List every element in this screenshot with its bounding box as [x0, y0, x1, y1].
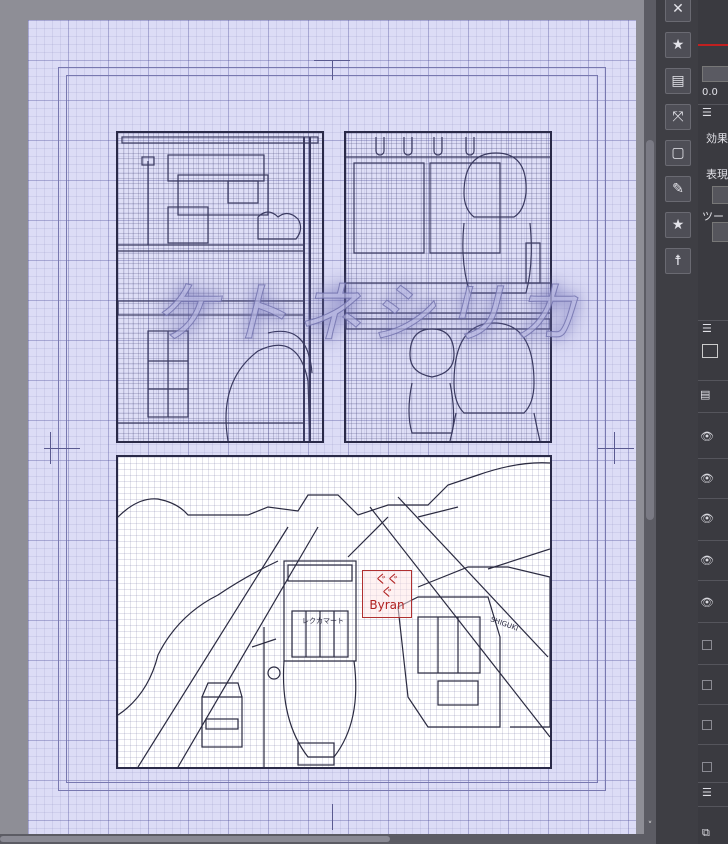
scroll-down-icon[interactable]: ˅ — [644, 820, 656, 832]
transform-icon[interactable]: ⤧ — [665, 104, 691, 130]
layer-blend-icon[interactable] — [702, 344, 718, 358]
figure-icon[interactable]: ☨ — [665, 248, 691, 274]
crop-mark-left-v — [50, 432, 51, 464]
seal-line-3: Byran — [369, 598, 405, 612]
eye-icon[interactable]: 👁 — [700, 554, 714, 567]
horizontal-scroll-thumb[interactable] — [0, 836, 390, 842]
horizontal-scrollbar[interactable] — [0, 834, 644, 844]
page-icon[interactable]: ▢ — [665, 140, 691, 166]
vertical-scrollbar[interactable]: ˅ — [644, 0, 656, 844]
bottom-menu-icon[interactable]: ☰ — [702, 786, 712, 799]
crop-mark-top — [332, 60, 333, 80]
bus-sign: SHIGUKI — [489, 615, 519, 632]
close-icon[interactable]: ✕ — [665, 0, 691, 22]
tool-dropdown[interactable] — [712, 222, 728, 242]
street-scene-drawing: レクカマート SHIGUKI — [118, 462, 550, 767]
canvas-area[interactable]: レクカマート SHIGUKI ケトネシリカ ぐぐ ぐ Byran — [0, 0, 656, 844]
layer-list-icon[interactable]: ▤ — [700, 388, 710, 401]
crop-mark-top-h — [314, 60, 350, 61]
vertical-scroll-thumb[interactable] — [646, 140, 654, 520]
star-folder-icon[interactable]: ★ — [665, 32, 691, 58]
active-tab-indicator — [698, 44, 728, 46]
crop-mark-bottom — [332, 804, 333, 830]
menu-icon[interactable]: ☰ — [702, 106, 712, 119]
tool-column: ✕ ★ ▤ ⤧ ▢ ✎ ★ ☨ — [656, 0, 698, 844]
right-panel: 0.0 ☰ 効果 表現 ツー ☰ ▤ 👁 👁 👁 👁 👁 ☰ ⧉ — [698, 0, 728, 844]
visibility-checkbox[interactable] — [702, 762, 712, 772]
effect-label: 効果 — [706, 132, 728, 145]
layers-icon[interactable]: ▤ — [665, 68, 691, 94]
eye-icon[interactable]: 👁 — [700, 472, 714, 485]
eye-icon[interactable]: 👁 — [700, 596, 714, 609]
visibility-checkbox[interactable] — [702, 680, 712, 690]
signature-seal: ぐぐ ぐ Byran — [362, 570, 412, 618]
visibility-checkbox[interactable] — [702, 640, 712, 650]
title-overlay-text: ケトネシリカ — [152, 275, 584, 353]
slider-control[interactable] — [702, 66, 728, 82]
visibility-checkbox[interactable] — [702, 720, 712, 730]
panel-bottom[interactable]: レクカマート SHIGUKI — [116, 455, 552, 769]
layer-menu-icon[interactable]: ☰ — [702, 322, 712, 335]
eye-icon[interactable]: 👁 — [700, 430, 714, 443]
expression-dropdown[interactable] — [712, 186, 728, 204]
expression-label: 表現 — [706, 168, 728, 181]
star-folder-icon[interactable]: ★ — [665, 212, 691, 238]
value-field[interactable]: 0.0 — [702, 87, 718, 98]
edit-icon[interactable]: ✎ — [665, 176, 691, 202]
eye-icon[interactable]: 👁 — [700, 512, 714, 525]
new-layer-icon[interactable]: ⧉ — [702, 826, 710, 840]
manga-page[interactable]: レクカマート SHIGUKI ケトネシリカ ぐぐ ぐ Byran — [28, 20, 636, 836]
tram-sign: レクカマート — [302, 617, 344, 625]
crop-mark-right-v — [614, 432, 615, 464]
crop-mark-right — [598, 448, 634, 449]
